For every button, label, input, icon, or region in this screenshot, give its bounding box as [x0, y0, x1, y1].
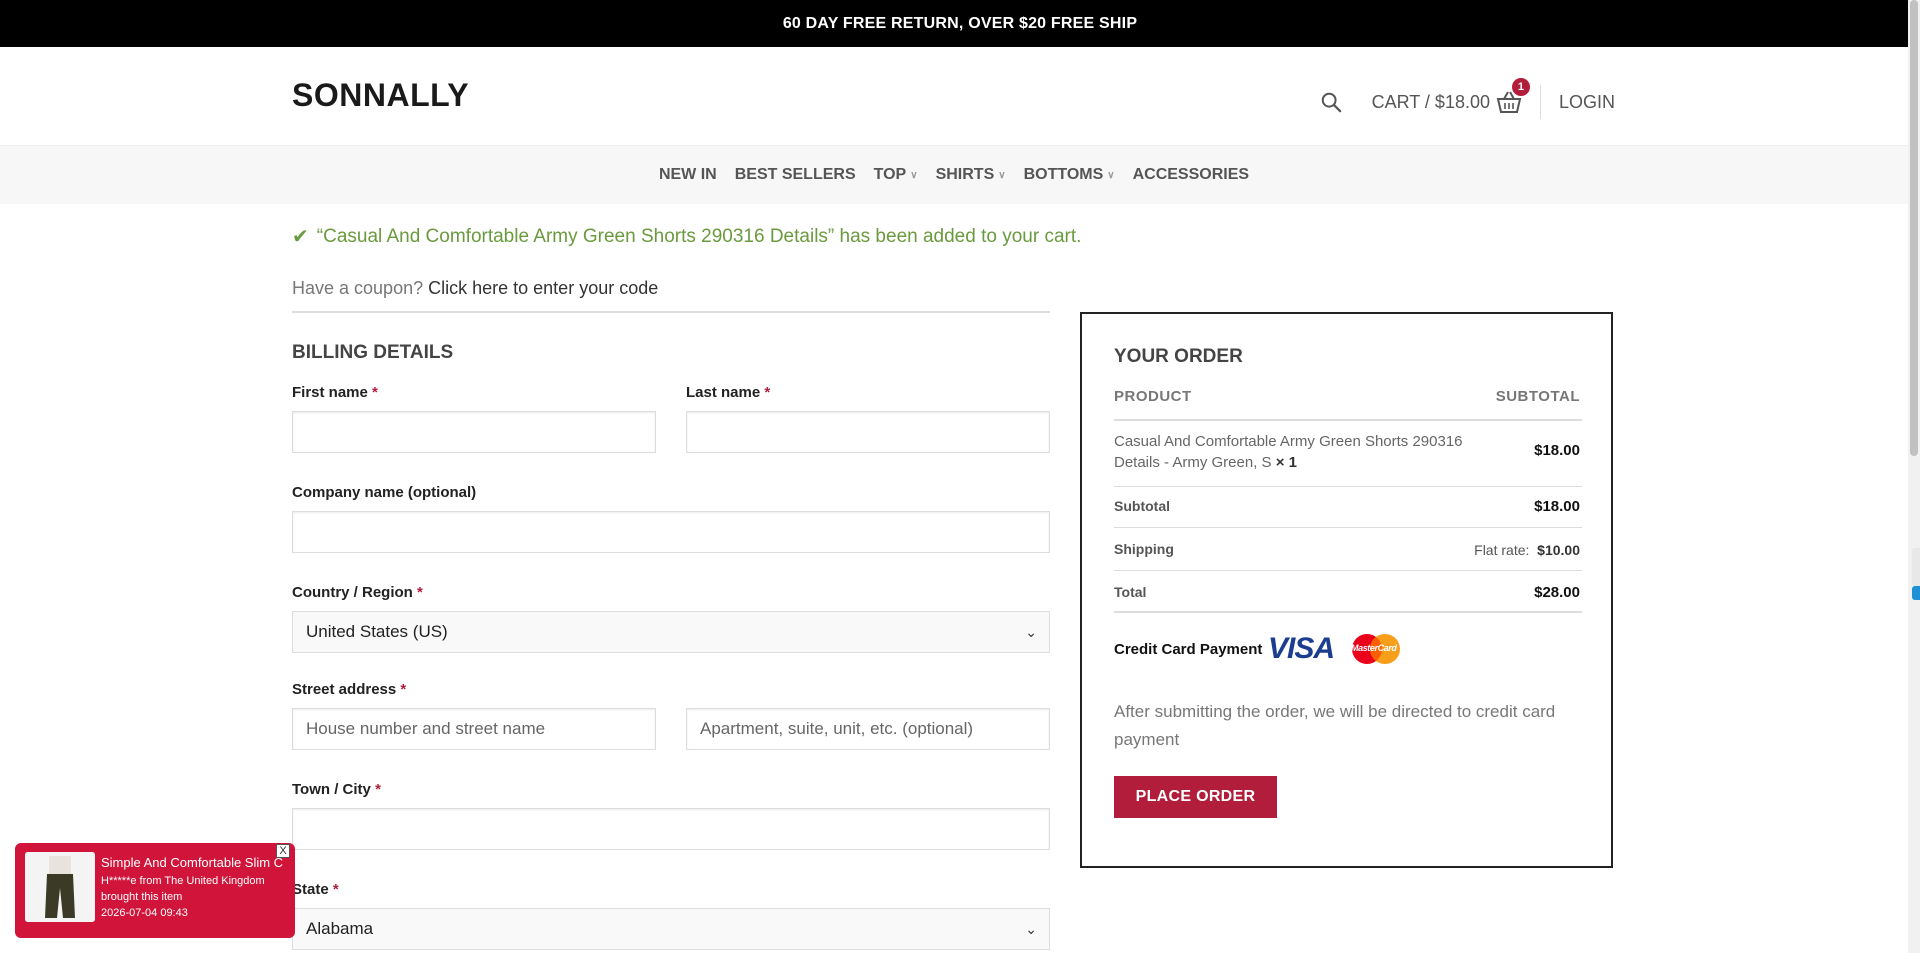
city-label: Town / City *: [292, 781, 381, 798]
country-label: Country / Region *: [292, 584, 423, 601]
company-label: Company name (optional): [292, 484, 477, 501]
nav-item-new-in[interactable]: NEW IN: [659, 166, 717, 184]
billing-title: BILLING DETAILS: [292, 342, 454, 363]
popup-product-title: Simple And Comfortable Slim C: [101, 855, 284, 870]
total-label: Total: [1114, 584, 1147, 600]
product-qty: × 1: [1275, 454, 1297, 471]
order-summary: YOUR ORDER PRODUCT SUBTOTAL Casual And C…: [1080, 312, 1613, 868]
cart-count-badge: 1: [1511, 78, 1530, 96]
payment-method-label[interactable]: Credit Card Payment: [1114, 641, 1262, 658]
coupon-link[interactable]: Click here to enter your code: [428, 278, 658, 298]
nav-item-bottoms[interactable]: BOTTOMS ∨: [1024, 166, 1115, 184]
header-rule: [1114, 419, 1582, 421]
popup-buyer: H*****e from The United Kingdom: [101, 875, 265, 887]
login-link[interactable]: LOGIN: [1559, 92, 1615, 113]
cart-added-notice: ✔ “Casual And Comfortable Army Green Sho…: [292, 224, 1081, 249]
payment-description: After submitting the order, we will be d…: [1114, 702, 1556, 749]
close-icon[interactable]: X: [276, 844, 290, 858]
product-thumbnail: [25, 852, 95, 922]
side-widget-indicator[interactable]: [1912, 586, 1920, 600]
coupon-divider: [292, 311, 1050, 313]
mastercard-text: MasterCard: [1351, 643, 1397, 653]
row-divider: [1114, 486, 1582, 487]
header-actions: CART / $18.00 1 LOGIN: [1320, 78, 1615, 119]
product-price: $18.00: [1534, 442, 1580, 459]
order-title: YOUR ORDER: [1114, 346, 1243, 367]
cart-link[interactable]: CART / $18.00 1: [1371, 78, 1530, 114]
shipping-method: Flat rate:: [1474, 542, 1530, 558]
nav-item-best-sellers[interactable]: BEST SELLERS: [735, 166, 856, 184]
scrollbar-thumb[interactable]: [1910, 0, 1918, 456]
site-header: SONNALLY CART / $18.00 1 LOGIN: [0, 47, 1920, 145]
col-product-header: PRODUCT: [1114, 388, 1192, 405]
state-label: State *: [292, 881, 339, 898]
total-rule: [1114, 611, 1582, 613]
header-divider: [1539, 85, 1541, 119]
chevron-down-icon: ∨: [1107, 169, 1115, 181]
shipping-label: Shipping: [1114, 541, 1174, 557]
last-name-label: Last name *: [686, 384, 771, 401]
place-order-button[interactable]: PLACE ORDER: [1114, 776, 1277, 818]
nav-label: BEST SELLERS: [734, 166, 856, 183]
popup-details: H*****e from The United Kingdom brought …: [101, 873, 289, 921]
nav-item-shirts[interactable]: SHIRTS ∨: [936, 166, 1006, 184]
nav-label: NEW IN: [658, 166, 717, 183]
col-subtotal-header: SUBTOTAL: [1495, 388, 1580, 405]
recent-purchase-popup[interactable]: Simple And Comfortable Slim C H*****e fr…: [15, 843, 295, 938]
street-label: Street address *: [292, 681, 407, 698]
company-field[interactable]: [292, 511, 1050, 553]
nav-label: ACCESSORIES: [1132, 166, 1250, 183]
nav-label: BOTTOMS: [1023, 166, 1104, 183]
country-select[interactable]: United States (US) ⌄: [292, 611, 1050, 653]
popup-time: 2026-07-04 09:43: [101, 907, 188, 919]
nav-label: SHIRTS: [935, 166, 995, 183]
total-value: $28.00: [1534, 584, 1580, 601]
mastercard-logo: MasterCard: [1347, 632, 1407, 666]
promo-bar: 60 DAY FREE RETURN, OVER $20 FREE SHIP: [0, 0, 1920, 47]
cart-label: CART / $18.00: [1371, 91, 1490, 112]
nav-label: TOP: [873, 166, 907, 183]
last-name-field[interactable]: [686, 411, 1050, 453]
apartment-placeholder: Apartment, suite, unit, etc. (optional): [700, 719, 974, 738]
popup-action: brought this item: [101, 891, 183, 903]
coupon-prompt: Have a coupon? Click here to enter your …: [292, 278, 658, 299]
street-address-field[interactable]: House number and street name: [292, 708, 656, 750]
search-icon[interactable]: [1320, 91, 1342, 113]
first-name-label: First name *: [292, 384, 378, 401]
promo-text: 60 DAY FREE RETURN, OVER $20 FREE SHIP: [782, 14, 1138, 32]
country-value: United States (US): [306, 622, 448, 641]
visa-logo: VISA: [1268, 632, 1335, 665]
street-placeholder: House number and street name: [306, 719, 546, 738]
main-navigation: NEW IN BEST SELLERS TOP ∨ SHIRTS ∨ BOTTOMS…: [0, 145, 1908, 204]
product-line: Casual And Comfortable Army Green Shorts…: [1114, 431, 1494, 473]
side-widget-tab[interactable]: [1912, 548, 1920, 586]
subtotal-label: Subtotal: [1114, 498, 1170, 514]
page-scrollbar[interactable]: [1908, 0, 1920, 953]
site-logo[interactable]: SONNALLY: [292, 77, 469, 114]
first-name-field[interactable]: [292, 411, 656, 453]
chevron-down-icon: ⌄: [1025, 623, 1037, 640]
chevron-down-icon: ⌄: [1025, 920, 1037, 937]
street-address-2-field[interactable]: Apartment, suite, unit, etc. (optional): [686, 708, 1050, 750]
row-divider: [1114, 527, 1582, 528]
basket-icon: 1: [1496, 78, 1530, 114]
shipping-value: Flat rate: $10.00: [1474, 542, 1580, 558]
city-field[interactable]: [292, 808, 1050, 850]
nav-item-accessories[interactable]: ACCESSORIES: [1133, 166, 1249, 184]
chevron-down-icon: ∨: [910, 169, 918, 181]
chevron-down-icon: ∨: [998, 169, 1006, 181]
state-select[interactable]: Alabama ⌄: [292, 908, 1050, 950]
notice-text: “Casual And Comfortable Army Green Short…: [316, 225, 1082, 247]
state-value: Alabama: [306, 919, 374, 938]
row-divider: [1114, 570, 1582, 571]
subtotal-value: $18.00: [1534, 498, 1580, 515]
nav-item-top[interactable]: TOP ∨: [874, 166, 918, 184]
coupon-prefix: Have a coupon?: [292, 278, 424, 298]
shipping-amount: $10.00: [1537, 542, 1580, 558]
checkmark-icon: ✔: [292, 226, 309, 248]
